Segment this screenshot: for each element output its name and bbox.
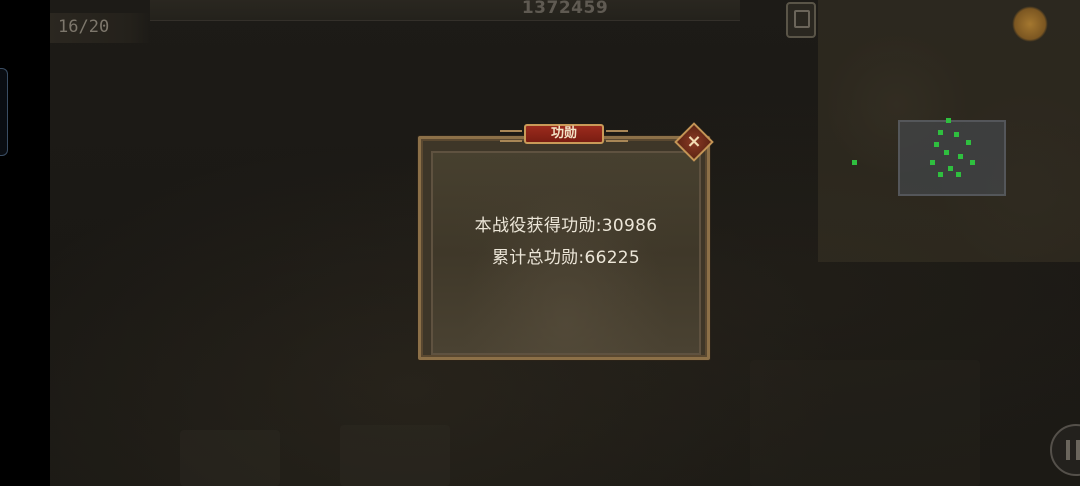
minimap-unit-marker: [934, 142, 939, 147]
banner-ornament-right: [606, 130, 628, 142]
minimap-unit-marker: [958, 154, 963, 159]
minimap-unit-marker: [944, 150, 949, 155]
minimap-unit-marker: [948, 166, 953, 171]
battle-merit-text: 本战役获得功勋:30986: [474, 216, 658, 236]
close-button[interactable]: ×: [674, 122, 714, 162]
minimap-unit-marker: [938, 172, 943, 177]
minimap-unit-marker: [946, 118, 951, 123]
minimap-unit-marker: [954, 132, 959, 137]
game-screen: 1372459 16/20 本战役获得功勋:30986 累计总功勋:66225 …: [0, 0, 1080, 486]
dialog-title: 功勋: [550, 126, 577, 141]
dialog-content: 本战役获得功勋:30986 累计总功勋:66225: [431, 151, 701, 355]
side-handle[interactable]: [0, 68, 8, 156]
screen-edge: [0, 0, 50, 486]
total-merit-text: 累计总功勋:66225: [491, 248, 641, 268]
minimap-unit-marker: [966, 140, 971, 145]
minimap-unit-marker: [930, 160, 935, 165]
dialog-title-banner: 功勋: [500, 124, 628, 148]
day-cycle-icon: [1012, 6, 1048, 42]
close-icon: ×: [686, 131, 702, 152]
background-building: [180, 430, 280, 486]
background-terrain: [750, 360, 980, 486]
minimap-unit-marker: [938, 130, 943, 135]
minimap-fortress: [898, 120, 1006, 196]
minimap-unit-marker: [956, 172, 961, 177]
minimap-unit-marker: [970, 160, 975, 165]
dialog-frame: 本战役获得功勋:30986 累计总功勋:66225: [418, 136, 710, 360]
banner-ornament-left: [500, 130, 522, 142]
minimap-unit-marker: [852, 160, 857, 165]
background-building: [340, 425, 450, 486]
wave-counter: 16/20: [58, 17, 110, 37]
merit-dialog: 本战役获得功勋:30986 累计总功勋:66225 功勋 ×: [418, 122, 714, 360]
wave-counter-box: 16/20: [50, 13, 150, 43]
menu-icon[interactable]: [786, 2, 816, 38]
